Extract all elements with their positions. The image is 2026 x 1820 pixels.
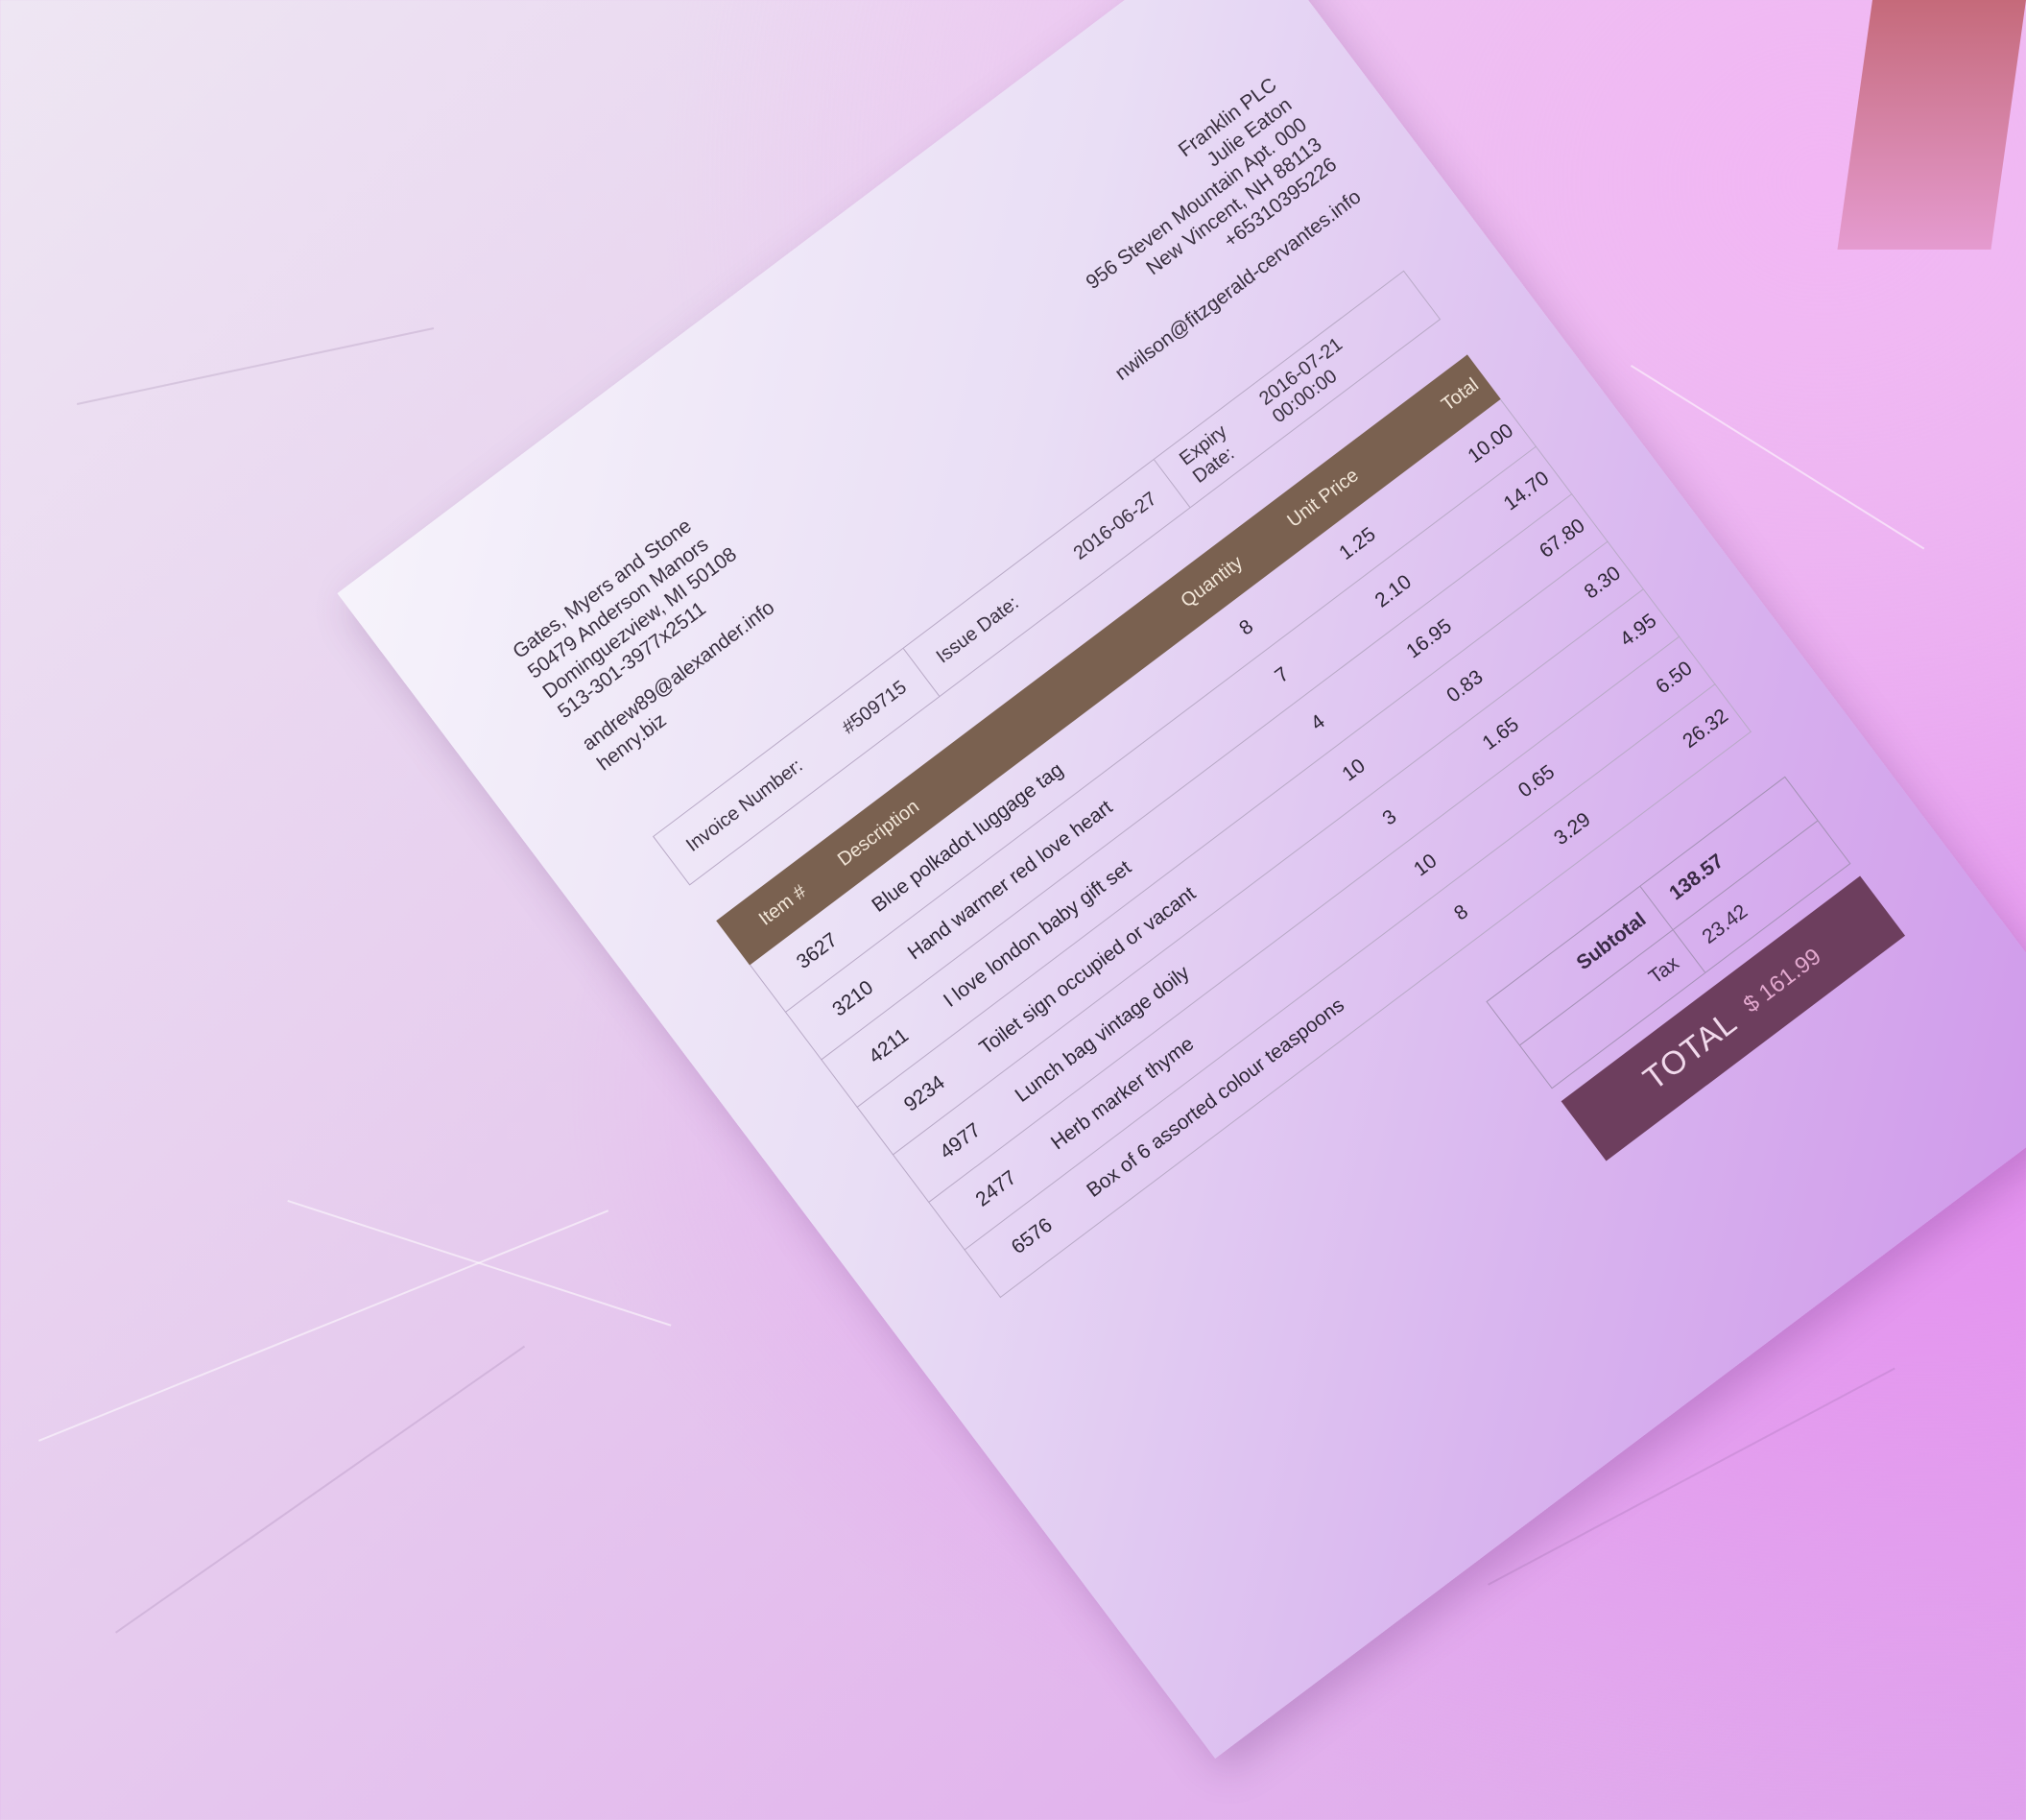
invoice-number-value: #509715 — [838, 676, 911, 739]
sender-street: 50479 Anderson Manors — [523, 533, 713, 683]
invoice-number-label: Invoice Number: — [681, 754, 807, 856]
issue-date-label: Issue Date: — [932, 591, 1023, 668]
issue-date-value: 2016-06-27 — [1069, 488, 1161, 564]
crease — [287, 1200, 672, 1327]
invoice-document: Gates, Myers and Stone 50479 Anderson Ma… — [337, 0, 2026, 1760]
crease — [38, 1209, 609, 1442]
crease — [115, 1345, 526, 1634]
grand-total-value: $ 161.99 — [1738, 943, 1826, 1018]
table-surface — [1837, 0, 2026, 250]
grand-total-label: TOTAL — [1636, 1003, 1744, 1097]
crease — [77, 326, 435, 405]
expiry-date-value: 2016-07-21 00:00:00 — [1255, 333, 1347, 428]
